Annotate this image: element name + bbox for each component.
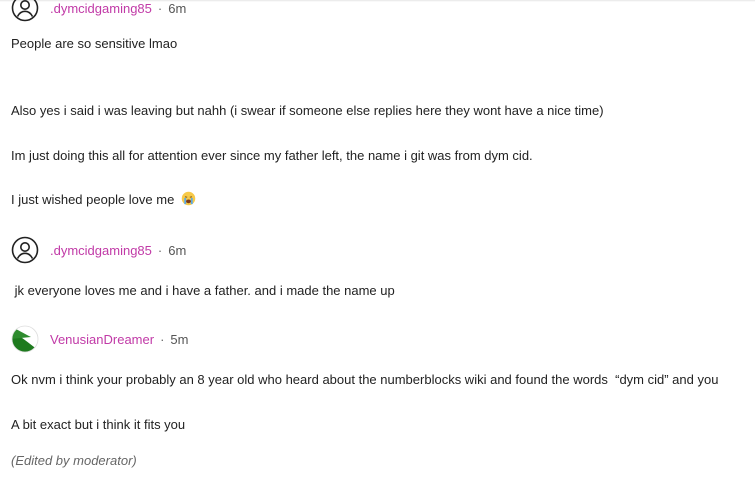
separator-dot: · (160, 331, 165, 347)
message-text: I just wished people love me (11, 192, 175, 207)
timestamp: 6m (168, 0, 187, 16)
message-line: A bit exact but i think it fits you (11, 417, 186, 432)
username-link[interactable]: VenusianDreamer (50, 332, 154, 347)
crying-face-icon (181, 191, 196, 206)
user-circle-icon[interactable] (11, 236, 39, 264)
message-line: Im just doing this all for attention eve… (11, 148, 533, 163)
post-header: .dymcidgaming85 · 6m (11, 0, 186, 22)
message-line: Also yes i said i was leaving but nahh (… (11, 103, 604, 118)
username-link[interactable]: .dymcidgaming85 (50, 1, 152, 16)
message-line: jk everyone loves me and i have a father… (11, 283, 395, 298)
username-link[interactable]: .dymcidgaming85 (50, 243, 152, 258)
message-line-with-emoji: I just wished people love me (11, 191, 196, 209)
post-header: VenusianDreamer · 5m (11, 325, 188, 353)
post-header: .dymcidgaming85 · 6m (11, 236, 186, 264)
timestamp: 5m (170, 331, 189, 347)
timestamp: 6m (168, 242, 187, 258)
edited-note: (Edited by moderator) (11, 453, 137, 468)
user-circle-icon[interactable] (11, 0, 39, 22)
green-white-circle-avatar[interactable] (11, 325, 39, 353)
separator-dot: · (157, 242, 163, 258)
message-line: People are so sensitive lmao (11, 36, 178, 51)
message-line: Ok nvm i think your probably an 8 year o… (11, 372, 719, 387)
separator-dot: · (157, 0, 163, 16)
